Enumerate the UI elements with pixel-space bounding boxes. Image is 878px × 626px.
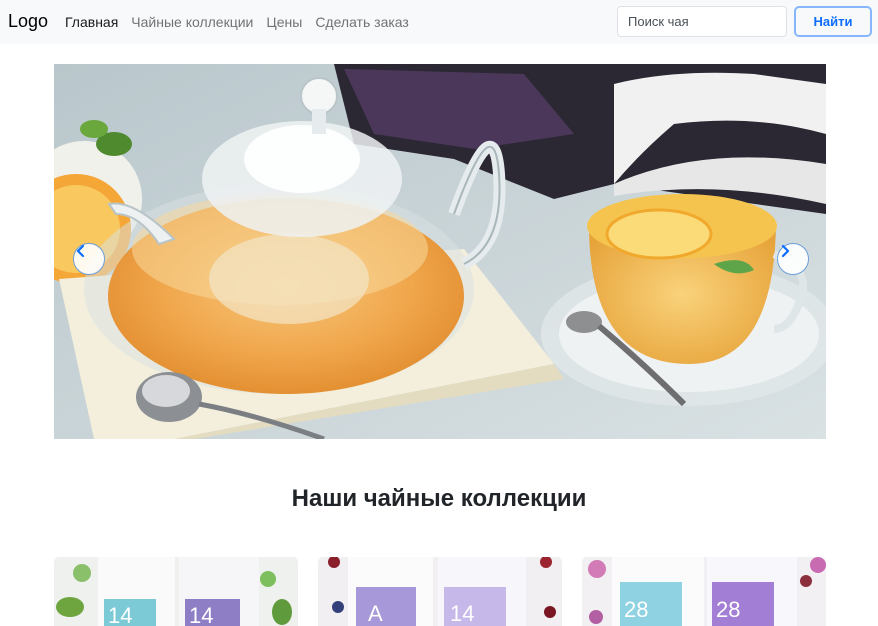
collection-card-image: A 14 xyxy=(318,557,562,626)
chevron-right-icon xyxy=(781,244,790,258)
collection-card-image: 14 14 xyxy=(54,557,298,626)
pack-label: 14 xyxy=(108,603,132,626)
chevron-left-icon xyxy=(76,244,85,258)
search-input[interactable] xyxy=(617,6,787,37)
nav-link-order[interactable]: Сделать заказ xyxy=(315,14,409,30)
collection-card[interactable]: 28 28 xyxy=(582,557,826,626)
pack-label: 14 xyxy=(189,603,213,626)
pack-label: A xyxy=(368,601,383,626)
collection-card-image: 28 28 xyxy=(582,557,826,626)
brand-logo[interactable]: Logo xyxy=(8,11,48,32)
pack-label: 14 xyxy=(450,601,474,626)
carousel-prev-button[interactable] xyxy=(73,243,105,275)
search-button[interactable]: Найти xyxy=(794,6,872,37)
carousel-next-button[interactable] xyxy=(777,243,809,275)
hero-carousel xyxy=(54,64,826,439)
collection-card[interactable]: A 14 xyxy=(318,557,562,626)
collections-cards: 14 14 A 14 28 28 xyxy=(54,557,826,626)
nav-links: Главная Чайные коллекции Цены Сделать за… xyxy=(65,14,422,30)
collections-title: Наши чайные коллекции xyxy=(291,485,587,512)
pack-label: 28 xyxy=(716,597,740,622)
nav-link-prices[interactable]: Цены xyxy=(266,14,302,30)
carousel-image-tea xyxy=(54,64,826,439)
navbar: Logo Главная Чайные коллекции Цены Сдела… xyxy=(0,0,878,44)
nav-link-home[interactable]: Главная xyxy=(65,14,118,30)
nav-link-collections[interactable]: Чайные коллекции xyxy=(131,14,253,30)
pack-label: 28 xyxy=(624,597,648,622)
collection-card[interactable]: 14 14 xyxy=(54,557,298,626)
